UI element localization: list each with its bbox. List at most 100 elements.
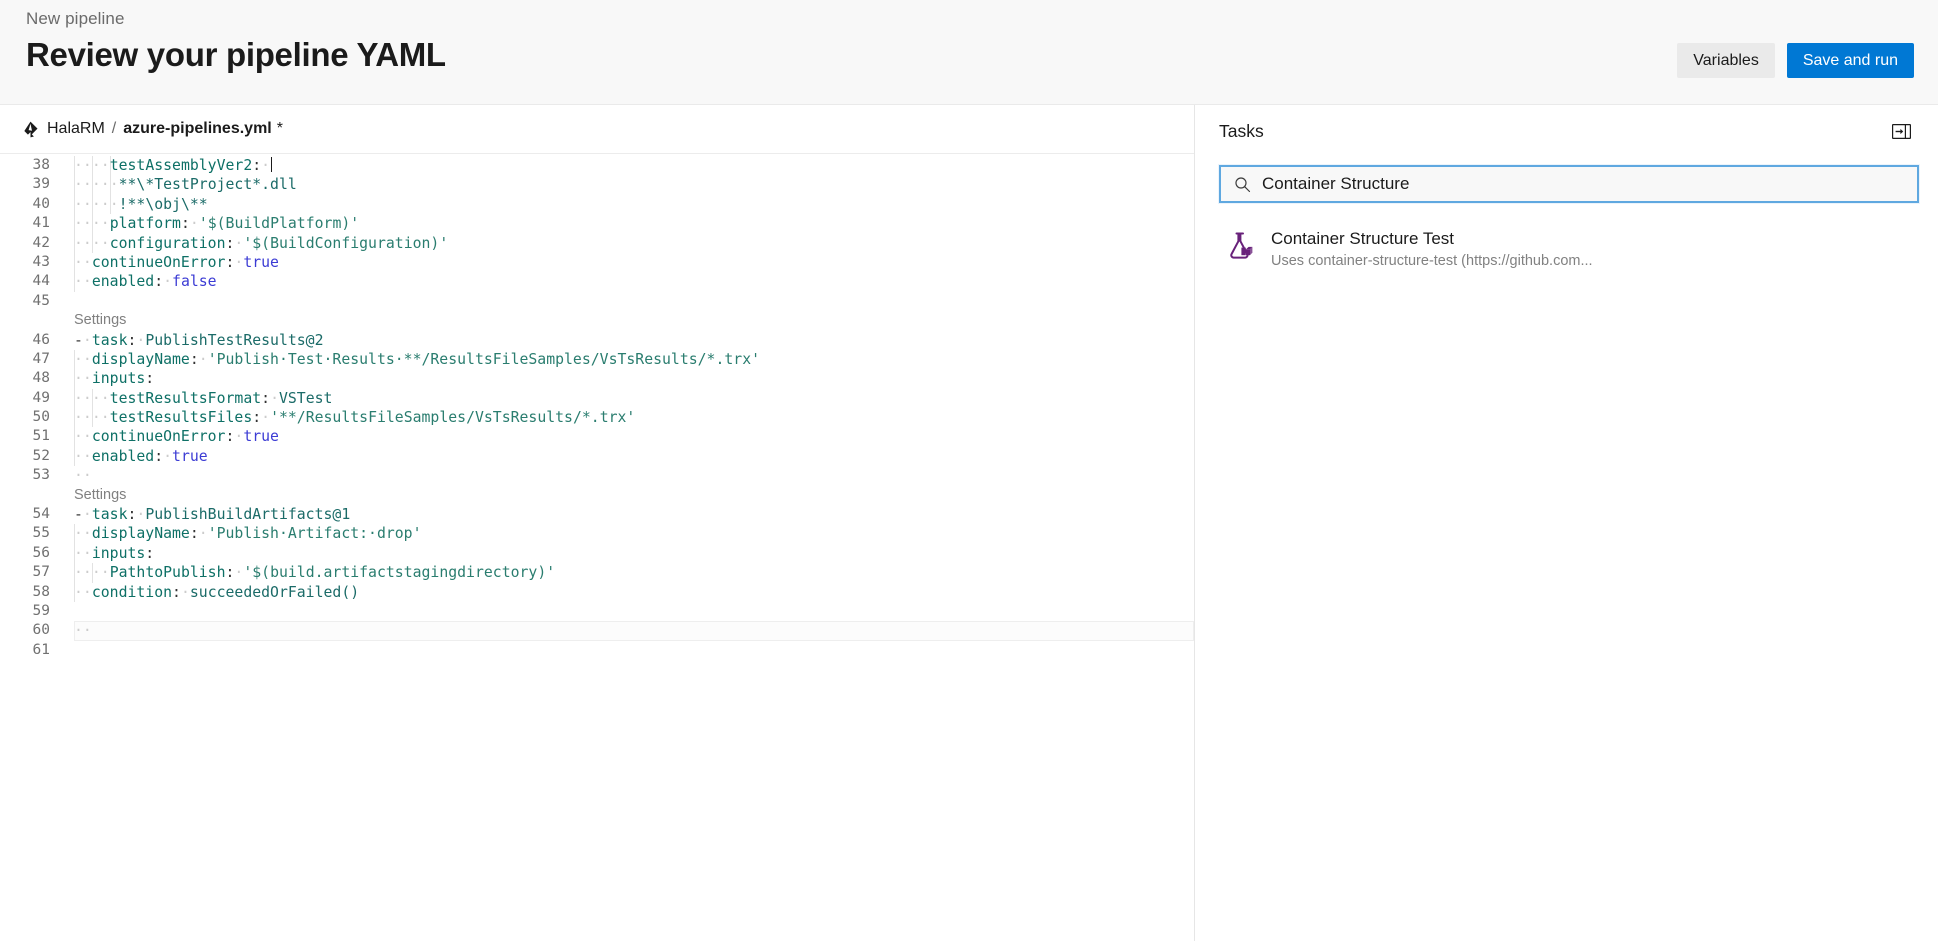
code-text: ··inputs:	[74, 544, 155, 562]
line-number: 47	[32, 350, 50, 367]
file-breadcrumb-bar: HalaRM / azure-pipelines.yml *	[0, 105, 1194, 153]
code-line[interactable]: 53 ··	[0, 466, 1194, 485]
active-line-highlight	[74, 621, 1194, 641]
settings-link[interactable]: Settings	[74, 486, 126, 505]
code-text: ··enabled:·true	[74, 447, 208, 465]
code-line[interactable]: 44 ··enabled:·false	[0, 272, 1194, 292]
tasks-panel: Tasks Container Structure Test Uses conta…	[1195, 105, 1938, 941]
search-icon	[1234, 176, 1251, 193]
header-actions: Variables Save and run	[1677, 43, 1914, 78]
line-number: 56	[32, 544, 50, 561]
code-line[interactable]: 59	[0, 602, 1194, 621]
collapse-panel-icon[interactable]	[1888, 120, 1914, 142]
variables-button[interactable]: Variables	[1677, 43, 1775, 78]
line-number: 38	[32, 157, 50, 173]
line-number: 52	[32, 447, 50, 464]
line-number: 42	[32, 234, 50, 251]
code-line[interactable]: 60 ··	[0, 621, 1194, 641]
text-caret	[271, 157, 273, 172]
azure-repos-icon	[22, 121, 39, 138]
task-settings-link-row: Settings	[0, 311, 1194, 330]
code-text: ····PathtoPublish:·'$(build.artifactstag…	[74, 564, 556, 582]
code-line[interactable]: 41 ····platform:·'$(BuildPlatform)'	[0, 214, 1194, 234]
code-line[interactable]: 45	[0, 292, 1194, 311]
code-line[interactable]: 57 ····PathtoPublish:·'$(build.artifactst…	[0, 563, 1194, 583]
line-number: 39	[32, 176, 50, 193]
code-line[interactable]: 43 ··continueOnError:·true	[0, 252, 1194, 273]
container-structure-test-icon	[1219, 225, 1263, 269]
code-text: ··	[74, 622, 92, 640]
page-header: New pipeline Review your pipeline YAML V…	[0, 0, 1938, 105]
yaml-editor[interactable]: 38 ····testAssemblyVer2:· 39 ·····**\*TestP…	[0, 153, 1194, 941]
code-text: ·····**\*TestProject*.dll	[74, 176, 297, 194]
code-text: ·····!**\obj\**	[74, 195, 208, 213]
code-line[interactable]: 47 ··displayName:·'Publish·Test·Results·*…	[0, 349, 1194, 370]
code-line[interactable]: 56 ··inputs:	[0, 543, 1194, 564]
code-text: ····testResultsFormat:·VSTest	[74, 389, 333, 407]
code-text: ····configuration:·'$(BuildConfiguration…	[74, 234, 449, 252]
save-and-run-button[interactable]: Save and run	[1786, 43, 1914, 78]
code-text: ··inputs:	[74, 370, 155, 388]
task-settings-link-row: Settings	[0, 486, 1194, 505]
line-number: 54	[32, 506, 50, 523]
task-result-name: Container Structure Test	[1271, 229, 1454, 248]
code-line[interactable]: 55 ··displayName:·'Publish·Artifact:·drop…	[0, 524, 1194, 544]
tasks-panel-title: Tasks	[1219, 120, 1264, 141]
line-number: 43	[32, 253, 50, 270]
code-line[interactable]: 51 ··continueOnError:·true	[0, 427, 1194, 447]
task-result-item[interactable]: Container Structure Test Uses container-s…	[1219, 217, 1919, 279]
task-search-box[interactable]	[1219, 165, 1919, 203]
code-text: ··enabled:·false	[74, 273, 217, 291]
task-search-input[interactable]	[1262, 167, 1917, 201]
breadcrumb: New pipeline	[26, 9, 125, 28]
code-text: ····testResultsFiles:·'**/ResultsFileSam…	[74, 409, 636, 427]
code-line[interactable]: 39 ·····**\*TestProject*.dll	[0, 175, 1194, 195]
code-text: ··continueOnError:·true	[74, 428, 279, 446]
code-line[interactable]: 52 ··enabled:·true	[0, 446, 1194, 467]
line-number: 55	[32, 525, 50, 542]
repo-name[interactable]: HalaRM	[47, 120, 105, 138]
code-line[interactable]: 48 ··inputs:	[0, 369, 1194, 389]
line-number: 57	[32, 564, 50, 581]
line-number: 41	[32, 215, 50, 232]
line-number: 53	[32, 467, 50, 484]
code-line[interactable]: 49 ····testResultsFormat:·VSTest	[0, 388, 1194, 409]
tasks-panel-header: Tasks	[1219, 113, 1914, 149]
line-number: 44	[32, 273, 50, 290]
path-separator: /	[111, 120, 117, 137]
task-result-text: Container Structure Test Uses container-s…	[1271, 225, 1909, 271]
code-line[interactable]: 38 ····testAssemblyVer2:·	[0, 156, 1194, 176]
code-line[interactable]: 46 -·task:·PublishTestResults@2	[0, 331, 1194, 350]
task-result-description: Uses container-structure-test (https://g…	[1271, 253, 1593, 269]
code-text: ··displayName:·'Publish·Artifact:·drop'	[74, 525, 422, 543]
code-text: ··continueOnError:·true	[74, 253, 279, 271]
code-text: -·task:·PublishBuildArtifacts@1	[74, 506, 351, 524]
code-lines-container[interactable]: 38 ····testAssemblyVer2:· 39 ·····**\*TestP…	[0, 156, 1194, 660]
line-number: 59	[32, 602, 50, 619]
code-text: -·task:·PublishTestResults@2	[74, 331, 324, 349]
line-number: 60	[32, 622, 50, 639]
line-number: 45	[32, 292, 50, 309]
code-text: ····testAssemblyVer2:·	[74, 157, 273, 174]
line-number: 58	[32, 583, 50, 600]
page-title: Review your pipeline YAML	[26, 36, 446, 73]
code-text: ····platform:·'$(BuildPlatform)'	[74, 215, 360, 233]
header-text-group: New pipeline Review your pipeline YAML	[26, 8, 446, 76]
code-line[interactable]: 61	[0, 641, 1194, 660]
code-line[interactable]: 40 ·····!**\obj\**	[0, 194, 1194, 215]
file-name[interactable]: azure-pipelines.yml	[123, 120, 272, 138]
code-line[interactable]: 54 -·task:·PublishBuildArtifacts@1	[0, 505, 1194, 524]
line-number: 48	[32, 370, 50, 387]
line-number: 51	[32, 428, 50, 445]
settings-link[interactable]: Settings	[74, 311, 126, 330]
unsaved-changes-marker: *	[276, 120, 283, 137]
code-text: ··	[74, 467, 92, 485]
code-line[interactable]: 50 ····testResultsFiles:·'**/ResultsFileS…	[0, 408, 1194, 428]
task-search-wrapper[interactable]	[1219, 165, 1919, 203]
line-number: 50	[32, 409, 50, 426]
code-line[interactable]: 42 ····configuration:·'$(BuildConfigurati…	[0, 233, 1194, 253]
code-line[interactable]: 58 ··condition:·succeededOrFailed()	[0, 582, 1194, 602]
line-number: 49	[32, 389, 50, 406]
code-text: ··condition:·succeededOrFailed()	[74, 583, 360, 601]
task-search-results: Container Structure Test Uses container-s…	[1219, 217, 1919, 279]
